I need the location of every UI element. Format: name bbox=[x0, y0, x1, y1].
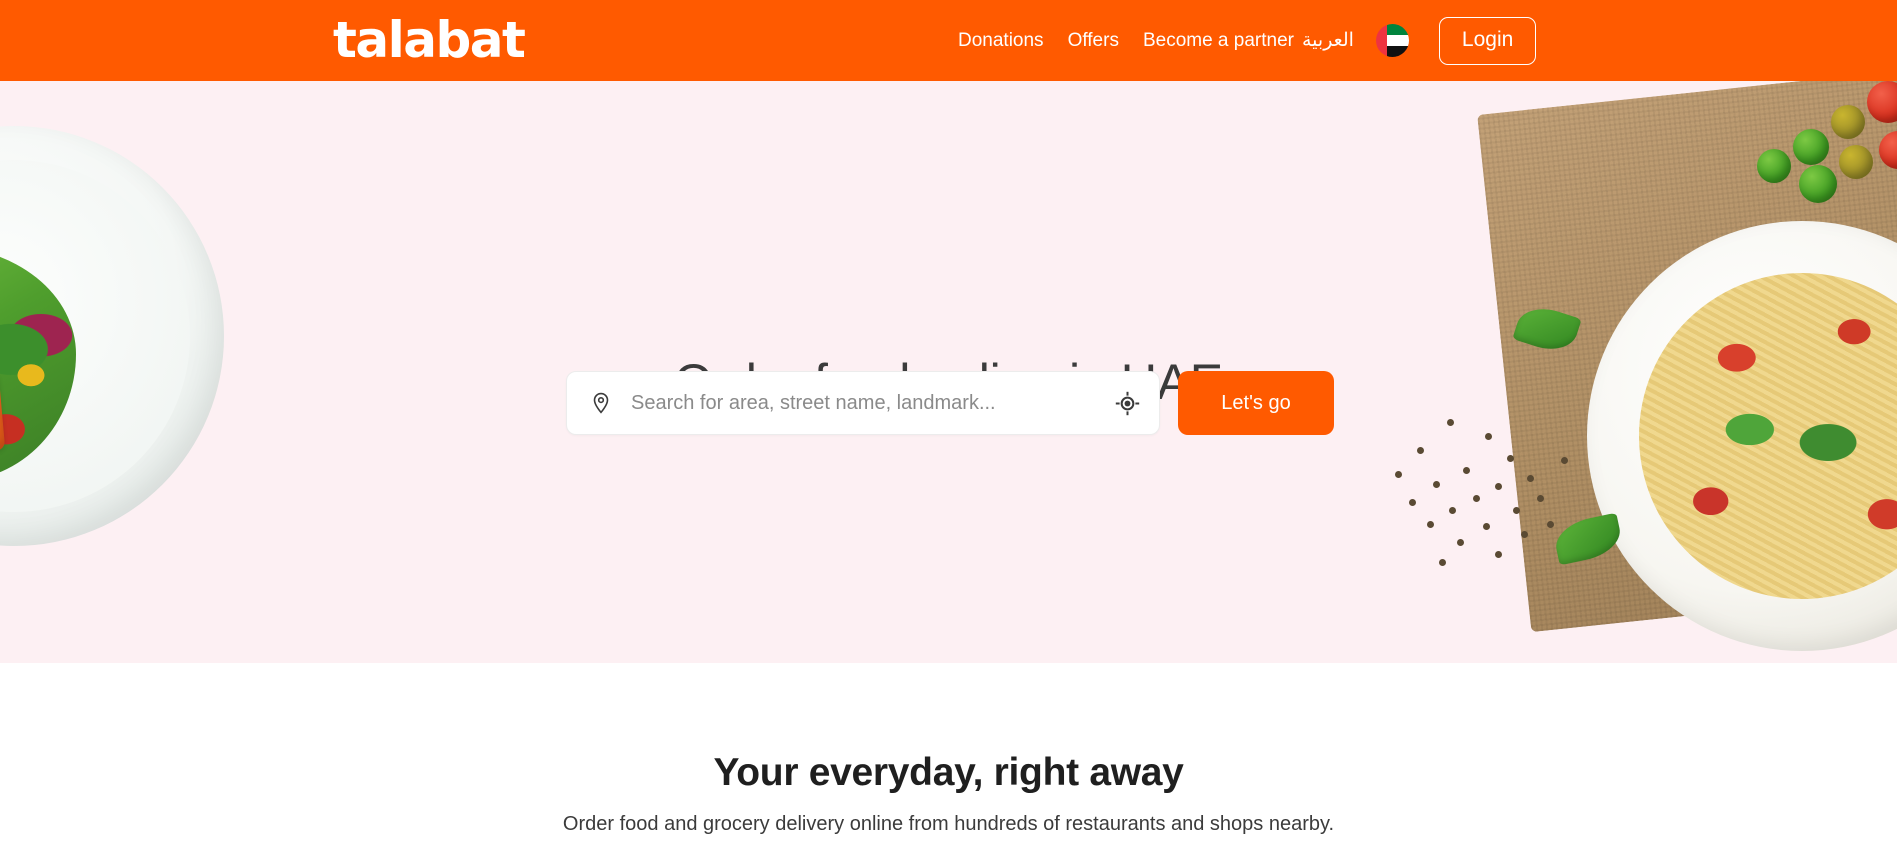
cherry-tomato-vine bbox=[1687, 81, 1897, 209]
current-location-icon[interactable] bbox=[1114, 390, 1141, 417]
lets-go-button[interactable]: Let's go bbox=[1178, 371, 1334, 435]
nav-link-become-a-partner[interactable]: Become a partner bbox=[1143, 30, 1294, 52]
search-input[interactable] bbox=[631, 391, 1104, 415]
main-navigation: Donations Offers Become a partner العربي… bbox=[958, 0, 1537, 81]
location-search-box[interactable] bbox=[566, 371, 1160, 435]
basil-leaf-icon bbox=[1551, 512, 1625, 566]
nav-link-offers[interactable]: Offers bbox=[1068, 30, 1119, 52]
location-search-row: Let's go bbox=[566, 371, 1334, 435]
basil-leaf-icon bbox=[1512, 300, 1582, 358]
language-switcher[interactable]: العربية bbox=[1302, 29, 1354, 52]
login-button[interactable]: Login bbox=[1438, 16, 1537, 65]
section-subtitle: Order food and grocery delivery online f… bbox=[562, 813, 1335, 835]
peppercorns bbox=[1387, 411, 1617, 591]
talabat-logo[interactable]: talabat bbox=[333, 12, 526, 68]
location-pin-icon bbox=[589, 391, 613, 415]
hero-section: Order food online in UAE bbox=[0, 81, 1897, 663]
uae-flag-icon[interactable] bbox=[1375, 24, 1409, 57]
site-header: talabat Donations Offers Become a partne… bbox=[0, 0, 1897, 81]
salmon-salad-image bbox=[0, 126, 224, 546]
nav-link-donations[interactable]: Donations bbox=[958, 30, 1044, 52]
everyday-section: Your everyday, right away Order food and… bbox=[0, 663, 1897, 864]
section-title: Your everyday, right away bbox=[713, 751, 1184, 794]
page-root: talabat Donations Offers Become a partne… bbox=[0, 0, 1897, 864]
